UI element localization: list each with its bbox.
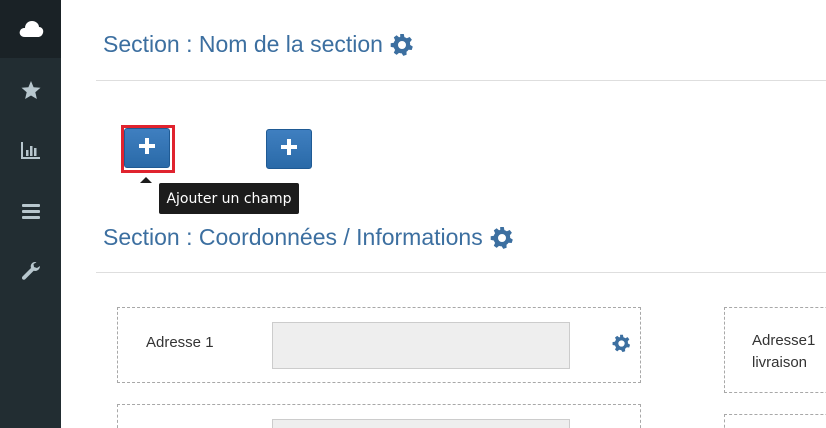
- gear-icon[interactable]: [390, 33, 414, 57]
- section-title-text: Section : Nom de la section: [103, 31, 383, 57]
- bar-chart-icon: [20, 141, 41, 159]
- cloud-icon: [18, 20, 44, 38]
- gear-icon[interactable]: [490, 226, 514, 250]
- field-container: [724, 414, 826, 428]
- sidebar-item-tools[interactable]: [0, 242, 61, 300]
- section-divider: [96, 272, 826, 273]
- field-container: Adresse 1: [117, 307, 641, 383]
- sidebar: [0, 0, 61, 428]
- address-1-input[interactable]: [272, 322, 570, 369]
- wrench-icon: [21, 261, 41, 281]
- sidebar-item-list[interactable]: [0, 182, 61, 240]
- sidebar-item-cloud[interactable]: [0, 0, 61, 58]
- section-title-2: Section : Coordonnées / Informations: [103, 224, 514, 251]
- add-field-button[interactable]: [124, 128, 170, 168]
- plus-icon: [281, 138, 297, 160]
- star-icon: [21, 80, 41, 100]
- sidebar-item-star[interactable]: [0, 61, 61, 119]
- field-input[interactable]: [272, 419, 570, 428]
- field-label: Adresse1 livraison: [752, 332, 816, 371]
- field-container: Adresse1 livraison: [724, 307, 826, 393]
- list-icon: [21, 203, 40, 219]
- tooltip: Ajouter un champ: [159, 183, 299, 214]
- gear-icon[interactable]: [612, 334, 631, 353]
- field-container: [117, 404, 641, 428]
- sidebar-item-chart[interactable]: [0, 121, 61, 179]
- section-title-1: Section : Nom de la section: [103, 31, 414, 58]
- section-title-text: Section : Coordonnées / Informations: [103, 224, 483, 250]
- section-divider: [96, 80, 826, 81]
- tooltip-arrow: [140, 177, 152, 183]
- add-field-button-2[interactable]: [266, 129, 312, 169]
- main-content: Section : Nom de la section Ajouter un c…: [61, 0, 826, 428]
- plus-icon: [139, 137, 155, 159]
- field-label: Adresse 1: [146, 334, 214, 351]
